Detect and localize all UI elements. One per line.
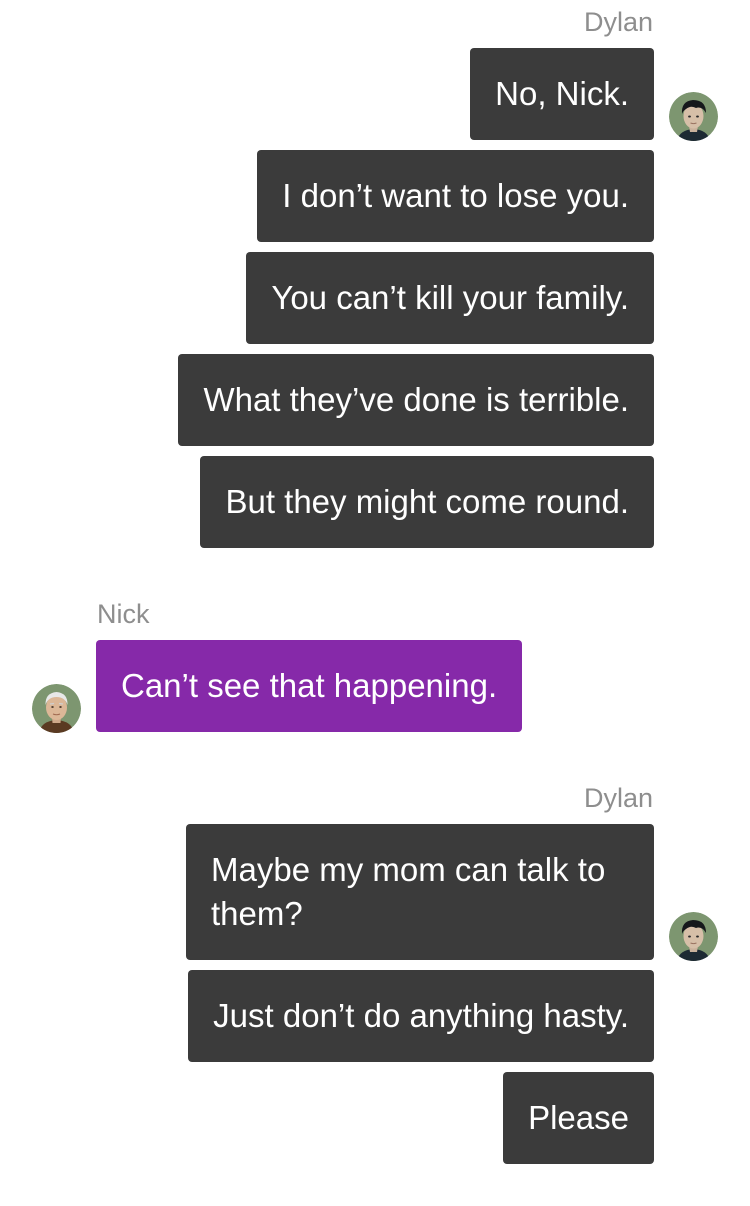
message-bubble[interactable]: Please (503, 1072, 654, 1164)
message-bubble[interactable]: You can’t kill your family. (246, 252, 654, 344)
message-bubble[interactable]: Maybe my mom can talk to them? (186, 824, 654, 960)
dylan-avatar-icon[interactable] (669, 912, 718, 961)
message-bubble[interactable]: No, Nick. (470, 48, 654, 140)
sender-name: Nick (97, 599, 150, 629)
sender-name: Dylan (583, 783, 653, 813)
message-bubble[interactable]: What they’ve done is terrible. (178, 354, 654, 446)
message-bubble[interactable]: Just don’t do anything hasty. (188, 970, 654, 1062)
message-bubble[interactable]: I don’t want to lose you. (257, 150, 654, 242)
nick-avatar-icon[interactable] (32, 684, 81, 733)
dylan-avatar-icon[interactable] (669, 92, 718, 141)
sender-name: Dylan (583, 7, 653, 37)
message-bubble[interactable]: But they might come round. (200, 456, 654, 548)
message-bubble[interactable]: Can’t see that happening. (96, 640, 523, 732)
